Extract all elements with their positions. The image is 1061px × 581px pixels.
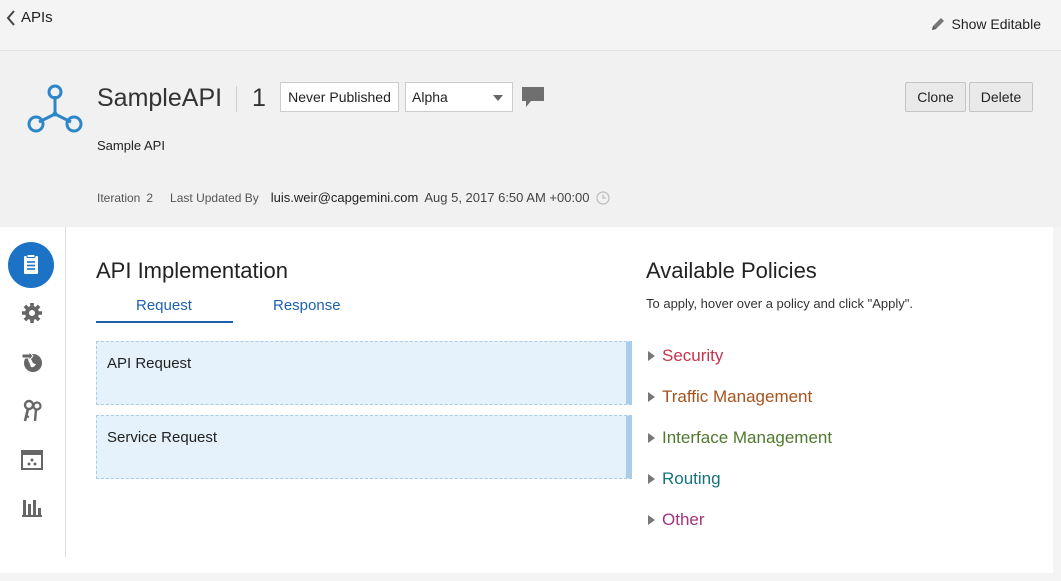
chevron-left-icon [6, 9, 15, 26]
keys-icon [23, 399, 42, 422]
policy-group-security[interactable]: Security [648, 346, 723, 366]
state-select[interactable]: Alpha [405, 82, 513, 112]
iteration-label: Iteration [97, 190, 141, 205]
pencil-icon [932, 18, 945, 30]
service-request-drop-zone[interactable]: Service Request [96, 415, 632, 479]
policy-group-label: Other [662, 510, 705, 529]
expand-triangle-icon [648, 474, 655, 484]
last-updated-label: Last Updated By [170, 190, 259, 205]
policies-hint: To apply, hover over a policy and click … [646, 296, 913, 311]
portal-icon [21, 450, 43, 470]
gear-icon [22, 303, 42, 323]
expand-triangle-icon [648, 515, 655, 525]
api-meta: Iteration 2 Last Updated By luis.weir@ca… [97, 190, 610, 205]
comment-icon[interactable] [521, 86, 545, 108]
iteration-value: 2 [146, 190, 154, 205]
last-updated-user: luis.weir@capgemini.com [270, 190, 419, 205]
show-editable-button[interactable]: Show Editable [930, 16, 1041, 32]
expand-triangle-icon [648, 433, 655, 443]
implementation-title: API Implementation [96, 258, 288, 283]
back-label: APIs [21, 9, 53, 26]
policy-group-label: Routing [662, 469, 721, 488]
nav-implementation[interactable] [8, 242, 54, 288]
policy-group-interface-management[interactable]: Interface Management [648, 428, 832, 448]
nav-grants[interactable] [14, 393, 50, 429]
expand-triangle-icon [648, 351, 655, 361]
policy-group-other[interactable]: Other [648, 510, 705, 530]
show-editable-label: Show Editable [951, 16, 1041, 32]
service-request-label: Service Request [107, 429, 218, 446]
api-request-drop-zone[interactable]: API Request [96, 341, 632, 405]
api-request-label: API Request [107, 355, 192, 372]
policy-group-label: Security [662, 346, 724, 365]
delete-button[interactable]: Delete [969, 82, 1033, 112]
caret-down-icon [493, 95, 503, 101]
expand-triangle-icon [648, 392, 655, 402]
api-name: SampleAPI [97, 84, 223, 112]
main-panel: API Implementation Request Response API … [0, 227, 1053, 573]
tab-response[interactable]: Response [273, 297, 341, 314]
state-select-value: Alpha [412, 89, 448, 105]
nav-api-portal[interactable] [14, 442, 50, 478]
policy-group-label: Interface Management [662, 428, 833, 447]
tab-request[interactable]: Request [136, 297, 192, 314]
analytics-bar-chart-icon [22, 500, 42, 517]
nav-deployments[interactable] [14, 344, 50, 380]
top-bar: APIs Show Editable [0, 0, 1061, 50]
policies-title: Available Policies [646, 258, 817, 283]
api-version: 1 [252, 84, 266, 112]
side-nav [0, 227, 66, 557]
nav-settings[interactable] [14, 295, 50, 331]
active-tab-indicator [96, 321, 233, 323]
title-divider [236, 86, 237, 112]
policy-group-traffic-management[interactable]: Traffic Management [648, 387, 812, 407]
policy-group-label: Traffic Management [662, 387, 813, 406]
publish-status-badge: Never Published [280, 82, 399, 112]
last-updated-date: Aug 5, 2017 6:50 AM +00:00 [424, 190, 590, 205]
policy-group-routing[interactable]: Routing [648, 469, 721, 489]
clock-icon [595, 190, 610, 205]
api-description: Sample API [97, 138, 165, 153]
api-header: SampleAPI 1 Never Published Alpha Clone … [0, 50, 1061, 227]
implementation-icon [24, 254, 38, 274]
api-logo-icon [27, 84, 83, 133]
globe-deploy-icon [21, 350, 42, 372]
clone-button[interactable]: Clone [905, 82, 966, 112]
back-to-apis-link[interactable]: APIs [6, 9, 53, 26]
nav-analytics[interactable] [14, 490, 50, 526]
